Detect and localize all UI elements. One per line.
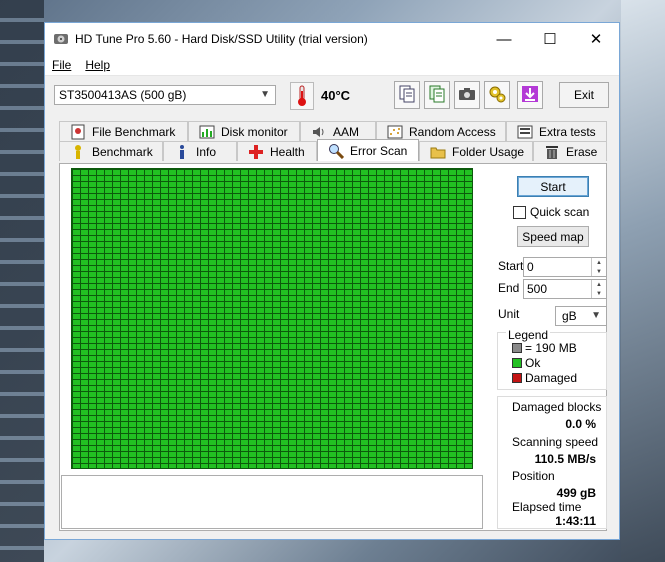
copy-info-button[interactable]: [394, 81, 420, 109]
menu-help[interactable]: Help: [85, 58, 110, 72]
legend-group: Legend = 190 MB Ok Damaged: [497, 328, 607, 390]
camera-icon: [458, 87, 476, 104]
desktop-background-left: [0, 0, 44, 562]
temperature-value: 40°C: [321, 88, 351, 103]
trash-icon: [544, 144, 560, 160]
title-bar[interactable]: HD Tune Pro 5.60 - Hard Disk/SSD Utility…: [45, 23, 619, 55]
tab-error-scan[interactable]: Error Scan: [317, 139, 419, 161]
menu-file[interactable]: File: [52, 58, 71, 72]
minimize-button[interactable]: —: [481, 23, 527, 55]
position-value: 499 gB: [556, 486, 596, 500]
hdtune-app-icon: [53, 31, 69, 47]
options-button[interactable]: [484, 81, 510, 109]
copy-document-icon: [399, 85, 415, 106]
save-button[interactable]: [517, 81, 543, 109]
quick-scan-checkbox[interactable]: Quick scan: [513, 205, 589, 219]
start-scan-button[interactable]: Start: [517, 176, 589, 197]
speed-map-button[interactable]: Speed map: [517, 226, 589, 247]
block-swatch: [512, 343, 522, 353]
maximize-button[interactable]: ☐: [527, 23, 573, 55]
file-benchmark-icon: [70, 124, 86, 140]
elapsed-time-value: 1:43:11: [555, 514, 596, 528]
legend-title: Legend: [506, 328, 551, 342]
chevron-down-icon: ▼: [591, 310, 601, 321]
chevron-down-icon: ▼: [260, 89, 270, 100]
spin-up-icon[interactable]: ▲: [592, 280, 606, 289]
position-label: Position: [512, 469, 555, 483]
copy-all-button[interactable]: [424, 81, 450, 109]
end-label: End: [498, 281, 520, 295]
checkbox-box[interactable]: [513, 205, 526, 219]
health-cross-icon: [248, 144, 264, 160]
exit-button[interactable]: Exit: [559, 82, 609, 108]
tab-folder-usage[interactable]: Folder Usage: [419, 141, 533, 161]
tab-info[interactable]: Info: [163, 141, 237, 161]
error-scan-block-map: [71, 168, 473, 469]
disk-monitor-icon: [199, 124, 215, 140]
menu-bar: File Help: [45, 55, 619, 76]
spin-up-icon[interactable]: ▲: [592, 258, 606, 267]
copy-green-document-icon: [429, 85, 445, 106]
elapsed-time-label: Elapsed time: [512, 500, 582, 514]
ok-swatch: [512, 358, 522, 368]
legend-damaged: Damaged: [512, 371, 577, 385]
tab-row-1: File Benchmark Disk monitor AAM Random A…: [59, 121, 607, 141]
error-scan-panel: Start Quick scan Speed map Start 0 ▲ ▼ En…: [59, 163, 607, 531]
damaged-swatch: [512, 373, 522, 383]
desktop-background-right: [621, 0, 665, 562]
thermometer-icon: [290, 82, 314, 110]
drive-select-value: ST3500413AS (500 gB): [59, 88, 187, 102]
extra-tests-icon: [517, 124, 533, 140]
legend-ok: Ok: [512, 356, 540, 370]
download-arrow-icon: [521, 85, 539, 106]
toolbar: ST3500413AS (500 gB) ▼ 40°C Exit: [45, 76, 619, 120]
legend-block-size: = 190 MB: [512, 341, 577, 355]
window-title: HD Tune Pro 5.60 - Hard Disk/SSD Utility…: [75, 32, 368, 46]
unit-select[interactable]: gB ▼: [555, 306, 607, 326]
folder-icon: [430, 144, 446, 160]
benchmark-icon: [70, 144, 86, 160]
tab-strip: File Benchmark Disk monitor AAM Random A…: [59, 121, 607, 161]
unit-label: Unit: [498, 307, 520, 321]
tab-row-2: Benchmark Info Health Error Scan Folder …: [59, 139, 607, 161]
tab-benchmark[interactable]: Benchmark: [59, 141, 163, 161]
tab-erase[interactable]: Erase: [533, 141, 607, 161]
drive-select[interactable]: ST3500413AS (500 gB) ▼: [54, 85, 276, 105]
tab-health[interactable]: Health: [237, 141, 317, 161]
tab-disk-monitor[interactable]: Disk monitor: [188, 121, 300, 141]
end-input[interactable]: 500 ▲ ▼: [523, 279, 607, 299]
tab-extra-tests[interactable]: Extra tests: [506, 121, 607, 141]
damaged-blocks-label: Damaged blocks: [512, 400, 602, 414]
start-label: Start: [498, 259, 524, 273]
spin-down-icon[interactable]: ▼: [592, 267, 606, 276]
gears-icon: [488, 85, 506, 106]
spin-down-icon[interactable]: ▼: [592, 289, 606, 298]
scanning-speed-value: 110.5 MB/s: [534, 452, 596, 466]
tab-random-access[interactable]: Random Access: [376, 121, 506, 141]
scanning-speed-label: Scanning speed: [512, 435, 599, 449]
damaged-blocks-value: 0.0 %: [565, 417, 596, 431]
tab-file-benchmark[interactable]: File Benchmark: [59, 121, 188, 141]
speaker-icon: [311, 124, 327, 140]
magnifier-icon: [328, 143, 344, 159]
screenshot-button[interactable]: [454, 81, 480, 109]
start-input[interactable]: 0 ▲ ▼: [523, 257, 607, 277]
tab-aam[interactable]: AAM: [300, 121, 376, 141]
random-access-icon: [387, 124, 403, 140]
close-button[interactable]: ✕: [573, 23, 619, 55]
app-window: HD Tune Pro 5.60 - Hard Disk/SSD Utility…: [44, 22, 620, 540]
stats-group: Damaged blocks 0.0 % Scanning speed 110.…: [497, 396, 607, 529]
info-icon: [174, 144, 190, 160]
scan-log-box: [61, 475, 483, 529]
